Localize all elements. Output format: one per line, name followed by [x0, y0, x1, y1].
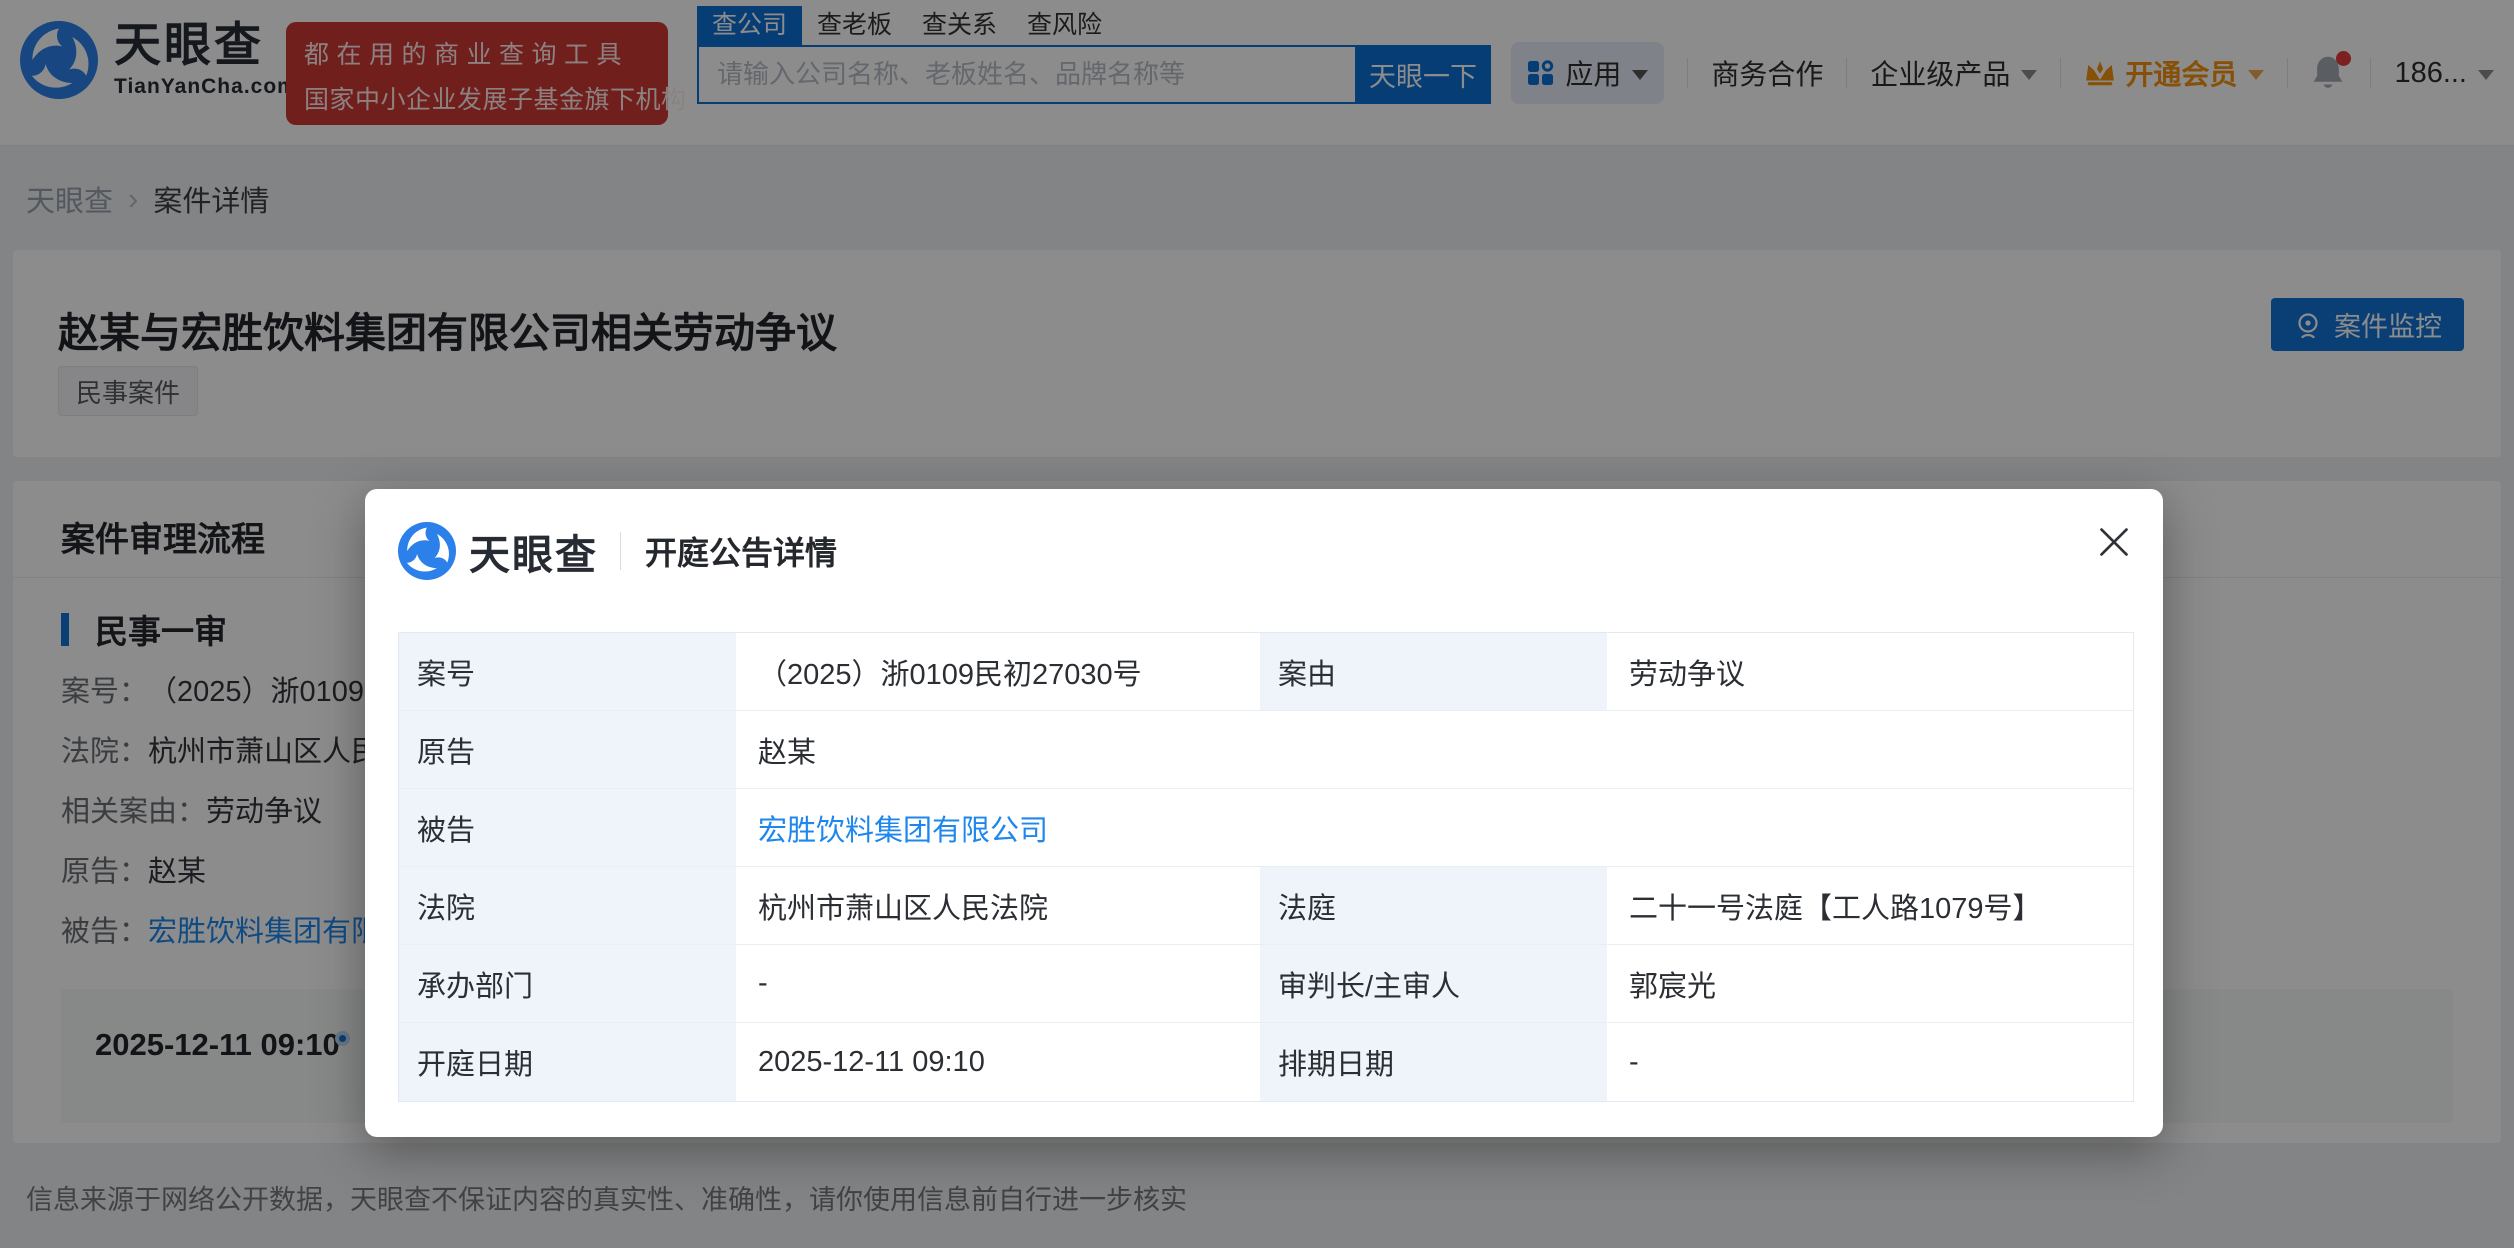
cell-value: 郭宸光 — [1611, 945, 2133, 1022]
close-icon[interactable] — [2097, 525, 2131, 559]
table-row: 承办部门 - 审判长/主审人 郭宸光 — [399, 945, 2133, 1023]
cell-label: 案由 — [1260, 633, 1611, 710]
modal-header: 天眼查 开庭公告详情 — [398, 521, 837, 581]
cell-label: 开庭日期 — [399, 1023, 740, 1101]
cell-value: 赵某 — [740, 711, 2133, 788]
cell-value: - — [1611, 1023, 2133, 1101]
defendant-company-link[interactable]: 宏胜饮料集团有限公司 — [740, 789, 2133, 866]
modal-title: 开庭公告详情 — [645, 528, 837, 574]
table-row: 法院 杭州市萧山区人民法院 法庭 二十一号法庭【工人路1079号】 — [399, 867, 2133, 945]
modal-brand: 天眼查 — [469, 521, 598, 581]
cell-value: - — [740, 945, 1260, 1022]
cell-value: 杭州市萧山区人民法院 — [740, 867, 1260, 944]
cell-label: 排期日期 — [1260, 1023, 1611, 1101]
tianyancha-logo-icon — [398, 522, 456, 580]
cell-value: 二十一号法庭【工人路1079号】 — [1611, 867, 2133, 944]
cell-value: 2025-12-11 09:10 — [740, 1023, 1260, 1101]
cell-label: 法院 — [399, 867, 740, 944]
table-row: 案号 （2025）浙0109民初27030号 案由 劳动争议 — [399, 633, 2133, 711]
cell-value: 劳动争议 — [1611, 633, 2133, 710]
table-row: 开庭日期 2025-12-11 09:10 排期日期 - — [399, 1023, 2133, 1101]
table-row: 被告 宏胜饮料集团有限公司 — [399, 789, 2133, 867]
cell-label: 法庭 — [1260, 867, 1611, 944]
cell-value: （2025）浙0109民初27030号 — [740, 633, 1260, 710]
cell-label: 被告 — [399, 789, 740, 866]
cell-label: 案号 — [399, 633, 740, 710]
modal-title-divider — [620, 532, 621, 570]
hearing-detail-modal: 天眼查 开庭公告详情 案号 （2025）浙0109民初27030号 案由 劳动争… — [365, 489, 2163, 1137]
table-row: 原告 赵某 — [399, 711, 2133, 789]
hearing-detail-table: 案号 （2025）浙0109民初27030号 案由 劳动争议 原告 赵某 被告 … — [398, 632, 2134, 1102]
tianyancha-case-detail-page: 天眼查 TianYanCha.com 都在用的商业查询工具 国家中小企业发展子基… — [0, 0, 2514, 1248]
cell-label: 审判长/主审人 — [1260, 945, 1611, 1022]
cell-label: 承办部门 — [399, 945, 740, 1022]
cell-label: 原告 — [399, 711, 740, 788]
